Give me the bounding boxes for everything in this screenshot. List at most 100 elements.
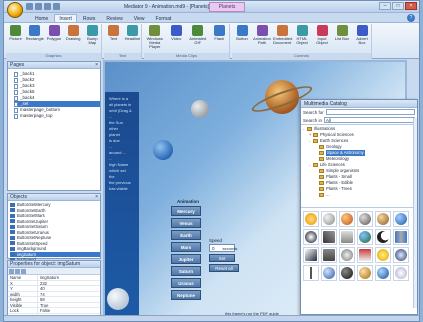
moon-thumbnail[interactable] bbox=[321, 211, 337, 227]
property-value[interactable]: imgSaturn bbox=[38, 275, 59, 280]
speed-input[interactable]: 0 seconds bbox=[209, 244, 237, 252]
ribbon-group-label: Controls bbox=[232, 53, 371, 59]
ribbon-button[interactable]: Polygon bbox=[45, 25, 63, 41]
properties-panel-title: Properties for object: imgSaturn bbox=[10, 261, 81, 267]
planet-mercury-image[interactable] bbox=[191, 100, 209, 118]
slide-side-text: other bbox=[109, 126, 119, 131]
pages-panel-header: Pages × bbox=[8, 62, 100, 69]
minimize-button[interactable]: – bbox=[379, 2, 391, 10]
comet-thumbnail[interactable] bbox=[303, 247, 319, 263]
galaxy-spiral-icon bbox=[395, 249, 407, 261]
ribbon-button-icon bbox=[213, 25, 225, 36]
page-list-item[interactable]: masterpage_top bbox=[14, 113, 100, 119]
planet-button-saturn[interactable]: Saturn bbox=[171, 266, 201, 276]
application-orb-button[interactable] bbox=[7, 2, 23, 18]
ribbon-button[interactable]: Button bbox=[233, 25, 251, 41]
planet-dark-thumbnail[interactable] bbox=[339, 265, 355, 281]
preview-icon[interactable] bbox=[53, 3, 60, 10]
ribbon-button[interactable]: Windows Media Player bbox=[146, 25, 164, 49]
object-icon bbox=[10, 202, 15, 207]
planet-button-mercury[interactable]: Mercury bbox=[171, 206, 201, 216]
planet-gray-thumbnail[interactable] bbox=[357, 211, 373, 227]
property-value[interactable]: 74 bbox=[38, 292, 45, 297]
moon-blue-thumbnail[interactable] bbox=[321, 265, 337, 281]
context-tab[interactable]: Planets bbox=[209, 2, 245, 12]
rocket-thumbnail[interactable] bbox=[339, 229, 355, 245]
ribbon-button[interactable]: HTML Object bbox=[293, 25, 311, 45]
galaxy-thumbnail[interactable] bbox=[303, 229, 319, 245]
search-input[interactable] bbox=[325, 109, 415, 115]
search-in-select[interactable]: All bbox=[324, 117, 415, 123]
category-icon[interactable] bbox=[15, 269, 20, 274]
ribbon-button-label: Input Object bbox=[316, 36, 328, 45]
events-icon[interactable] bbox=[21, 269, 26, 274]
help-icon[interactable]: ? bbox=[407, 14, 415, 22]
property-value[interactable]: 232 bbox=[38, 281, 47, 286]
saturn-gold-thumbnail[interactable] bbox=[357, 265, 373, 281]
planet-button-earth[interactable]: Earth bbox=[171, 230, 201, 240]
window-controls: – □ × bbox=[379, 2, 417, 10]
planet-button-jupiter[interactable]: Jupiter bbox=[171, 254, 201, 264]
earth-blue-thumbnail[interactable] bbox=[375, 265, 391, 281]
ribbon-button[interactable]: Embedded Document bbox=[273, 25, 292, 45]
cross-thumbnail[interactable] bbox=[303, 265, 319, 281]
status-bar bbox=[4, 315, 419, 321]
satellite-thumbnail[interactable] bbox=[393, 229, 409, 245]
rocket-small-thumbnail[interactable] bbox=[357, 247, 373, 263]
catalog-tree-node[interactable]: ... bbox=[303, 192, 417, 198]
ribbon-button[interactable]: Advert Box bbox=[353, 25, 371, 45]
set-button[interactable]: Set bbox=[209, 254, 235, 262]
property-key: width bbox=[8, 291, 38, 296]
ribbon-button[interactable]: Drawing bbox=[64, 25, 82, 41]
star-white-thumbnail[interactable] bbox=[393, 265, 409, 281]
close-button[interactable]: × bbox=[405, 2, 417, 10]
undo-icon[interactable] bbox=[35, 3, 42, 10]
astronaut-thumbnail[interactable] bbox=[339, 247, 355, 263]
planet-button-mars[interactable]: Mars bbox=[171, 242, 201, 252]
planet-blue-thumbnail[interactable] bbox=[393, 211, 409, 227]
planet-orange-thumbnail[interactable] bbox=[339, 211, 355, 227]
ribbon-button[interactable]: Rectangle bbox=[26, 25, 44, 41]
close-icon[interactable]: × bbox=[95, 62, 98, 69]
property-value[interactable]: 40 bbox=[38, 286, 45, 291]
search-for-label: Search for bbox=[303, 109, 324, 115]
reset-all-button[interactable]: Reset all bbox=[209, 264, 239, 272]
planet-button-uranus[interactable]: Uranus bbox=[171, 278, 201, 288]
close-icon[interactable]: × bbox=[95, 194, 98, 201]
ribbon-button[interactable]: Video bbox=[167, 25, 185, 41]
sort-icon[interactable] bbox=[9, 269, 14, 274]
property-value[interactable]: 58 bbox=[38, 297, 45, 302]
properties-toolbar bbox=[8, 268, 100, 275]
planet-earth-image[interactable] bbox=[153, 140, 173, 160]
ribbon-button[interactable]: List Box bbox=[333, 25, 351, 41]
galaxy-spiral-thumbnail[interactable] bbox=[393, 247, 409, 263]
speed-value: 0 bbox=[212, 245, 215, 251]
star-white-icon bbox=[395, 267, 407, 279]
ribbon-button[interactable]: Flash bbox=[210, 25, 228, 41]
planet-uranus-image[interactable] bbox=[107, 288, 129, 310]
property-value[interactable]: False bbox=[38, 308, 50, 313]
maximize-button[interactable]: □ bbox=[392, 2, 404, 10]
planet-button-venus[interactable]: Venus bbox=[171, 218, 201, 228]
telescope-thumbnail[interactable] bbox=[321, 229, 337, 245]
ribbon-button[interactable]: Bump Map bbox=[83, 25, 101, 45]
pages-panel-title: Pages bbox=[10, 62, 25, 68]
ribbon-button[interactable]: Headline bbox=[124, 25, 142, 41]
saturn-thumbnail[interactable] bbox=[375, 211, 391, 227]
star-thumbnail[interactable] bbox=[375, 247, 391, 263]
sun-thumbnail[interactable] bbox=[303, 211, 319, 227]
earth-thumbnail[interactable] bbox=[357, 229, 373, 245]
redo-icon[interactable] bbox=[44, 3, 51, 10]
ribbon-button[interactable]: Text bbox=[105, 25, 123, 41]
ribbon-button[interactable]: Input Object bbox=[313, 25, 331, 45]
save-icon[interactable] bbox=[26, 3, 33, 10]
planet-button-neptune[interactable]: Neptune bbox=[171, 290, 201, 300]
ribbon-button[interactable]: Animated GIF bbox=[189, 25, 207, 45]
catalog-scrollbar[interactable] bbox=[413, 118, 417, 308]
space-station-thumbnail[interactable] bbox=[321, 247, 337, 263]
ribbon-button[interactable]: Animation Path bbox=[253, 25, 271, 45]
property-value[interactable]: True bbox=[38, 303, 48, 308]
ribbon-button[interactable]: Picture bbox=[7, 25, 25, 41]
property-row[interactable]: Lock False bbox=[8, 308, 100, 314]
moon-crescent-thumbnail[interactable] bbox=[375, 229, 391, 245]
